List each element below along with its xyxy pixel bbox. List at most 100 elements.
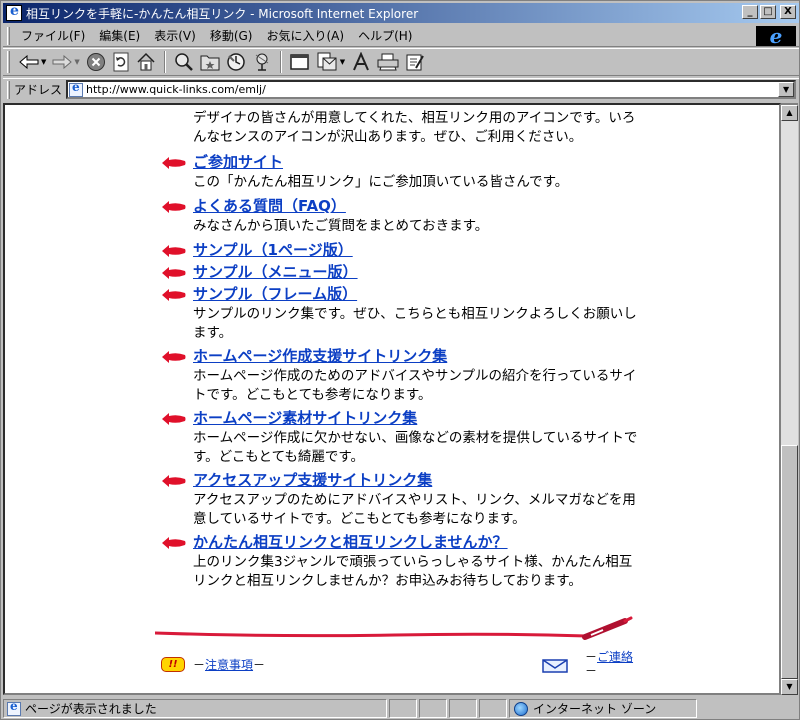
status-main-pane: ページが表示されました — [3, 699, 387, 718]
menu-file[interactable]: ファイル(F) — [14, 27, 92, 44]
browser-window: 相互リンクを手軽に-かんたん相互リンク - Microsoft Internet… — [0, 0, 800, 720]
menu-favorites[interactable]: お気に入り(A) — [259, 27, 351, 44]
entry-description: この「かんたん相互リンク」にご参加頂いている皆さんです。 — [193, 174, 569, 190]
link-access-up-sites[interactable]: アクセスアップ支援サイトリンク集 — [193, 470, 432, 490]
mail-dropdown-icon[interactable]: ▼ — [340, 58, 345, 66]
caution-link[interactable]: 注意事項 — [205, 656, 253, 673]
ie-logo-glyph: e — [769, 24, 783, 48]
refresh-icon — [113, 52, 129, 72]
red-arrow-icon — [162, 475, 186, 487]
menu-edit[interactable]: 編集(E) — [92, 27, 147, 44]
standard-toolbar: ▼ ▼ ▼ — [3, 48, 799, 76]
address-bar: アドレス ▼ — [3, 78, 799, 100]
caution-suffix: － — [253, 658, 266, 672]
caution-footer: !! － 注意事項 － — [161, 656, 265, 673]
forward-arrow-icon — [52, 55, 73, 69]
toolbar-grip[interactable] — [7, 51, 10, 73]
menu-view[interactable]: 表示(V) — [147, 27, 203, 44]
edit-button[interactable] — [402, 50, 428, 74]
zone-text: インターネット ゾーン — [533, 702, 657, 716]
link-sample-menu[interactable]: サンプル（メニュー版） — [193, 262, 358, 282]
entry-description: ホームページ作成に欠かせない、画像などの素材を提供しているサイトです。どこもとて… — [193, 430, 638, 465]
minimize-button[interactable]: _ — [742, 5, 758, 19]
page-done-icon — [7, 699, 21, 716]
back-dropdown-icon[interactable]: ▼ — [41, 58, 46, 66]
status-pane — [449, 699, 477, 718]
page-content[interactable]: デザイナの皆さんが用意してくれた、相互リンク用のアイコンです。いろんなセンスのア… — [3, 103, 781, 695]
history-button[interactable] — [223, 50, 249, 74]
font-size-icon — [353, 52, 370, 71]
home-button[interactable] — [133, 50, 159, 74]
status-security-pane — [419, 699, 447, 718]
forward-button[interactable]: ▼ — [49, 50, 82, 74]
refresh-button[interactable] — [109, 50, 133, 74]
ie-throbber-logo: e — [756, 26, 796, 46]
link-participating-sites[interactable]: ご参加サイト — [193, 152, 283, 172]
title-bar[interactable]: 相互リンクを手軽に-かんたん相互リンク - Microsoft Internet… — [3, 3, 799, 23]
edit-icon — [406, 54, 425, 71]
status-text: ページが表示されました — [25, 702, 157, 716]
vertical-scrollbar[interactable]: ▲ ▼ — [781, 103, 798, 695]
printer-icon — [377, 53, 399, 71]
red-arrow-icon — [162, 267, 186, 279]
channels-icon — [255, 53, 269, 71]
red-arrow-icon — [162, 289, 186, 301]
internet-zone-globe-icon — [514, 701, 528, 716]
icon-section-description: デザイナの皆さんが用意してくれた、相互リンク用のアイコンです。いろんなセンスのア… — [193, 110, 636, 145]
status-bar: ページが表示されました インターネット ゾーン — [3, 698, 799, 719]
link-faq[interactable]: よくある質問（FAQ） — [193, 196, 346, 216]
status-pane — [479, 699, 507, 718]
fullscreen-button[interactable] — [287, 50, 313, 74]
window-controls: _ □ X — [742, 5, 796, 19]
contact-link[interactable]: ご連絡 — [597, 650, 633, 664]
menu-grip[interactable] — [7, 26, 10, 45]
stop-button[interactable] — [83, 50, 109, 74]
url-input[interactable] — [86, 83, 767, 96]
entry-description: ホームページ作成のためのアドバイスやサンプルの紹介を行っているサイトです。どこも… — [193, 368, 637, 403]
status-zone-pane: インターネット ゾーン — [509, 699, 697, 718]
link-sample-one-page[interactable]: サンプル（1ページ版） — [193, 240, 353, 260]
scroll-up-button[interactable]: ▲ — [781, 105, 798, 121]
link-mutual-link-invite[interactable]: かんたん相互リンクと相互リンクしませんか？ — [193, 532, 508, 552]
status-progress-pane — [389, 699, 417, 718]
address-dropdown-button[interactable]: ▼ — [778, 82, 795, 97]
mail-news-icon — [317, 52, 337, 71]
red-arrow-icon — [162, 201, 186, 213]
back-arrow-icon — [19, 55, 39, 69]
history-icon — [227, 53, 245, 71]
menu-go[interactable]: 移動(G) — [203, 27, 260, 44]
search-button[interactable] — [171, 50, 197, 74]
address-field[interactable]: ▼ — [66, 80, 797, 99]
link-homepage-material-sites[interactable]: ホームページ素材サイトリンク集 — [193, 408, 417, 428]
address-label: アドレス — [14, 83, 63, 97]
back-button[interactable]: ▼ — [16, 50, 49, 74]
toolbar-separator — [279, 51, 282, 73]
page-icon — [69, 80, 84, 97]
scroll-thumb[interactable] — [781, 445, 798, 679]
link-sample-frame[interactable]: サンプル（フレーム版） — [193, 284, 357, 304]
caution-badge-icon: !! — [161, 657, 185, 672]
search-icon — [175, 53, 193, 71]
favorites-button[interactable] — [197, 50, 223, 74]
menu-bar: ファイル(F) 編集(E) 表示(V) 移動(G) お気に入り(A) ヘルプ(H… — [3, 25, 799, 47]
menu-help[interactable]: ヘルプ(H) — [351, 27, 419, 44]
entry-description: 上のリンク集3ジャンルで頑張っていらっしゃるサイト様、かんたん相互リンクと相互リ… — [193, 554, 633, 589]
maximize-button[interactable]: □ — [760, 5, 776, 19]
font-size-button[interactable] — [348, 50, 374, 74]
link-homepage-support-sites[interactable]: ホームページ作成支援サイトリンク集 — [193, 346, 447, 366]
caution-prefix: － — [193, 658, 206, 672]
contact-prefix: － — [585, 650, 598, 664]
entry-description: みなさんから頂いたご質問をまとめておきます。 — [193, 218, 489, 234]
print-button[interactable] — [374, 50, 402, 74]
close-button[interactable]: X — [780, 5, 796, 19]
mail-button[interactable]: ▼ — [313, 50, 348, 74]
forward-dropdown-icon[interactable]: ▼ — [74, 58, 79, 66]
channels-button[interactable] — [249, 50, 275, 74]
window-title: 相互リンクを手軽に-かんたん相互リンク - Microsoft Internet… — [26, 6, 419, 21]
address-grip[interactable] — [7, 80, 10, 99]
ie-app-icon[interactable] — [6, 3, 22, 21]
red-arrow-icon — [162, 351, 186, 363]
scroll-down-button[interactable]: ▼ — [781, 679, 798, 695]
red-arrow-icon — [162, 245, 186, 257]
red-brush-divider — [155, 616, 633, 640]
